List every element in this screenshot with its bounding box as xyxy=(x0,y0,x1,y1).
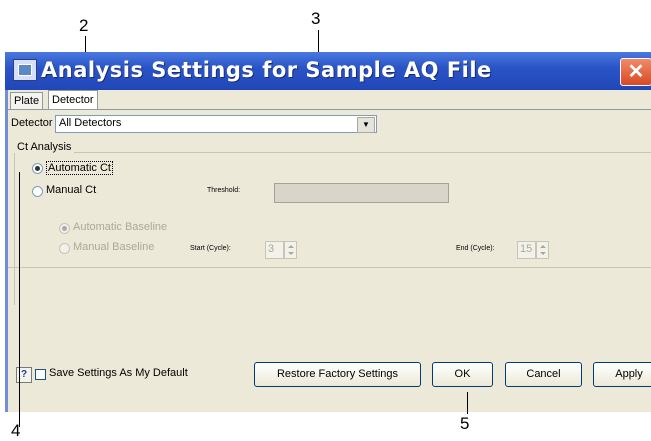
app-icon xyxy=(13,59,37,81)
title-bar[interactable]: Analysis Settings for Sample AQ File ✕ xyxy=(5,52,651,90)
threshold-input[interactable] xyxy=(274,183,449,203)
tab-panel-border xyxy=(8,109,651,110)
end-cycle-value: 15 xyxy=(520,243,533,255)
ok-button[interactable]: OK xyxy=(432,362,493,387)
callout-5-leader xyxy=(467,392,468,414)
start-cycle-label: Start (Cycle): xyxy=(190,245,231,252)
start-cycle-input[interactable]: 3 xyxy=(265,241,284,259)
end-cycle-spinner[interactable] xyxy=(536,241,549,259)
callout-2: 2 xyxy=(79,16,89,35)
callout-4: 4 xyxy=(11,421,21,440)
save-default-label[interactable]: Save Settings As My Default xyxy=(49,367,188,379)
callout-4-leader xyxy=(19,172,20,427)
apply-button[interactable]: Apply xyxy=(593,362,651,387)
start-cycle-spinner[interactable] xyxy=(284,241,297,259)
ct-analysis-title: Ct Analysis xyxy=(14,141,75,153)
detector-label: Detector xyxy=(11,117,53,129)
start-cycle-value: 3 xyxy=(268,243,275,255)
end-cycle-input[interactable]: 15 xyxy=(517,241,536,259)
manual-baseline-label: Manual Baseline xyxy=(73,241,155,253)
window-title: Analysis Settings for Sample AQ File xyxy=(41,58,492,82)
manual-baseline-radio[interactable] xyxy=(59,243,70,254)
tab-detector[interactable]: Detector xyxy=(48,90,98,110)
detector-select-value: All Detectors xyxy=(59,117,122,129)
callout-5: 5 xyxy=(460,414,470,433)
chevron-down-icon[interactable]: ▼ xyxy=(357,117,375,133)
end-cycle-label: End (Cycle): xyxy=(456,245,495,252)
tab-plate[interactable]: Plate xyxy=(10,92,44,109)
automatic-baseline-label: Automatic Baseline xyxy=(73,221,168,233)
threshold-label: Threshold: xyxy=(207,187,241,194)
tab-bar: Plate Detector xyxy=(8,90,651,110)
callout-3: 3 xyxy=(311,9,321,28)
detector-select[interactable]: All Detectors ▼ xyxy=(55,115,377,133)
manual-ct-radio[interactable] xyxy=(32,186,43,197)
automatic-baseline-radio[interactable] xyxy=(59,223,70,234)
dialog-window: Analysis Settings for Sample AQ File ✕ P… xyxy=(5,52,651,412)
save-default-checkbox[interactable] xyxy=(35,369,46,380)
restore-factory-settings-button[interactable]: Restore Factory Settings xyxy=(254,362,421,387)
automatic-ct-label[interactable]: Automatic Ct xyxy=(46,161,113,175)
divider xyxy=(8,267,651,268)
manual-ct-label[interactable]: Manual Ct xyxy=(46,184,96,196)
cancel-button[interactable]: Cancel xyxy=(505,362,582,387)
automatic-ct-radio[interactable] xyxy=(32,163,43,174)
close-button[interactable]: ✕ xyxy=(620,58,651,86)
dialog-client-area: Plate Detector Detector All Detectors ▼ … xyxy=(8,90,651,412)
